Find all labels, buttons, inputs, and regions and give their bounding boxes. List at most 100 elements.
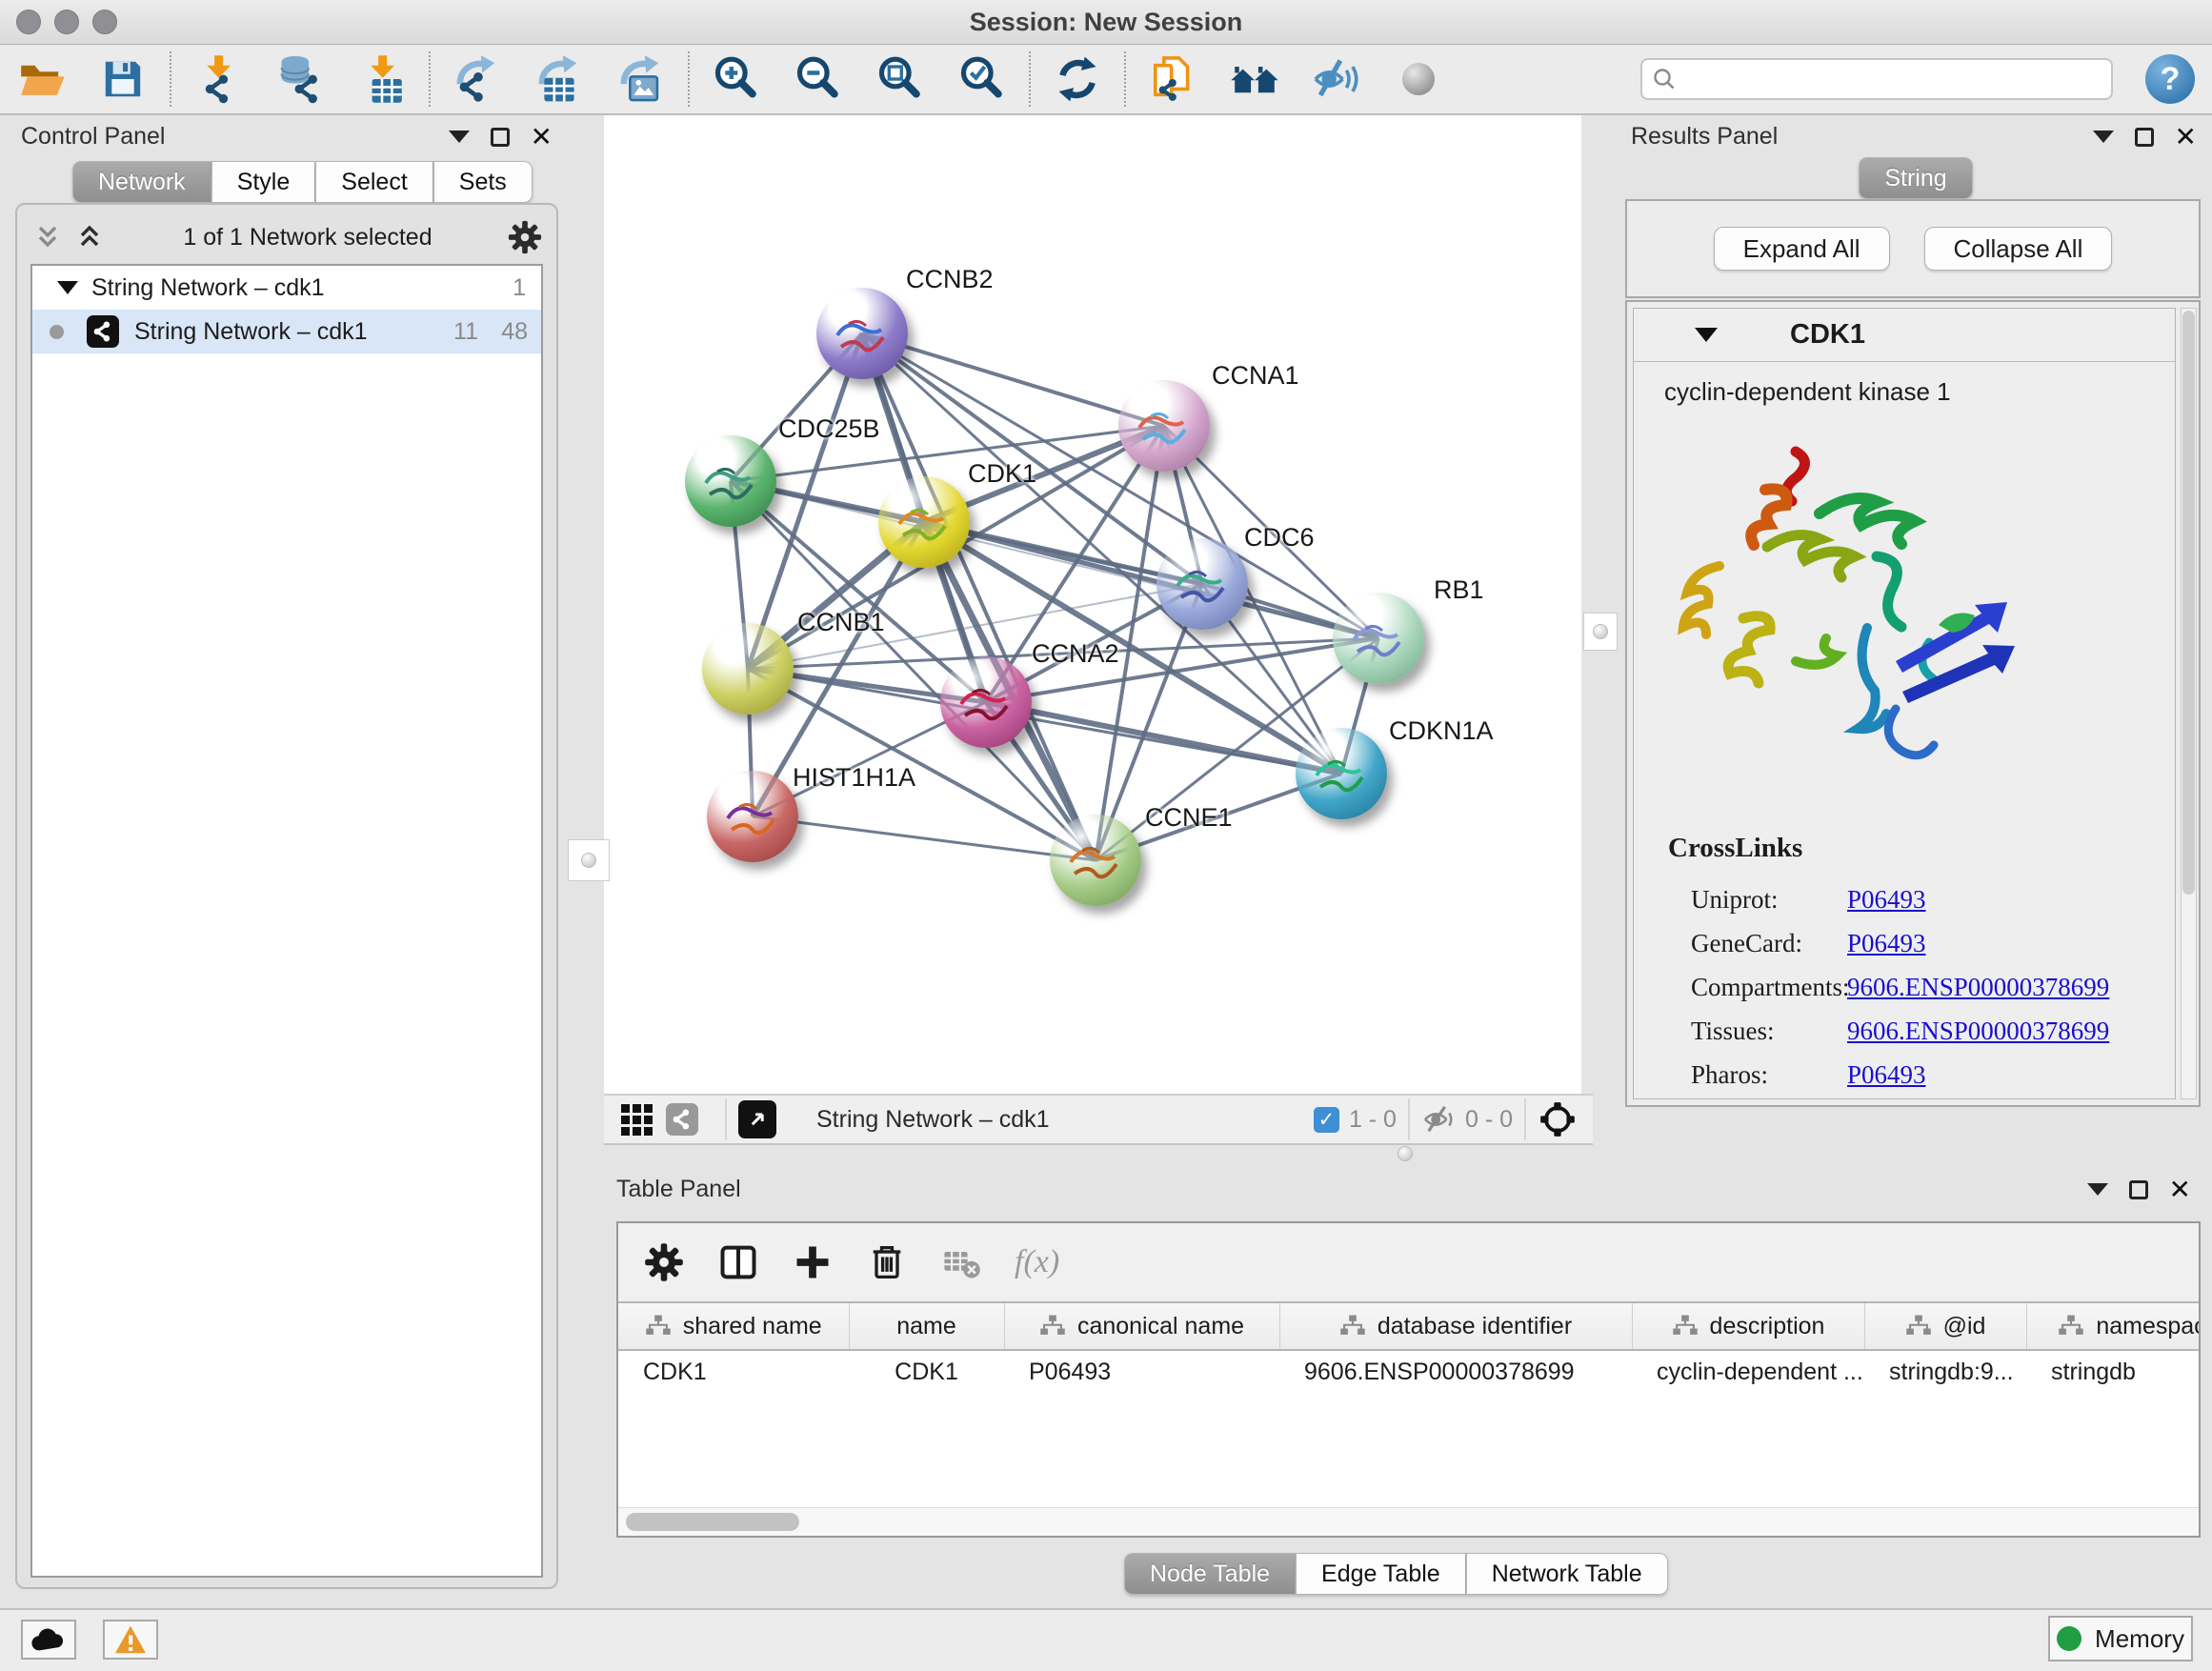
tab-select[interactable]: Select <box>315 161 432 203</box>
export-table-icon[interactable] <box>518 49 600 110</box>
eye-orb-icon[interactable] <box>1377 49 1459 110</box>
hide-labels-eye-slash-icon[interactable] <box>1296 49 1377 110</box>
table-cell[interactable]: 9606.ENSP00000378699 <box>1279 1350 1632 1394</box>
table-row[interactable]: CDK1CDK1P064939606.ENSP00000378699cyclin… <box>618 1350 2201 1394</box>
column-header-namespac[interactable]: namespac <box>2026 1302 2201 1350</box>
network-node-cdk1[interactable] <box>878 476 970 568</box>
table-cell[interactable]: stringdb:9... <box>1864 1350 2026 1394</box>
delete-column-icon[interactable] <box>866 1241 908 1283</box>
open-session-icon[interactable] <box>0 49 82 110</box>
zoom-out-icon[interactable] <box>777 49 859 110</box>
column-header-description[interactable]: description <box>1632 1302 1864 1350</box>
network-thumbnail-icon[interactable] <box>666 1103 698 1136</box>
birdseye-view-icon[interactable] <box>738 1100 776 1138</box>
search-input[interactable] <box>1677 66 2077 92</box>
table-cell[interactable]: cyclin-dependent ... <box>1632 1350 1864 1394</box>
network-node-ccna2[interactable] <box>940 656 1032 748</box>
tab-node-table[interactable]: Node Table <box>1124 1553 1296 1595</box>
crosslink-link[interactable]: P06493 <box>1847 885 1926 915</box>
column-header-@id[interactable]: @id <box>1864 1302 2026 1350</box>
collapse-panel-icon[interactable] <box>2087 1183 2108 1196</box>
refresh-icon[interactable] <box>1036 49 1118 110</box>
export-image-icon[interactable] <box>600 49 682 110</box>
tab-sets[interactable]: Sets <box>433 161 533 203</box>
expand-all-icon[interactable] <box>76 222 109 252</box>
expand-all-button[interactable]: Expand All <box>1714 227 1890 271</box>
import-network-from-database-icon[interactable] <box>259 49 341 110</box>
tab-network-table[interactable]: Network Table <box>1466 1553 1668 1595</box>
export-network-icon[interactable] <box>436 49 518 110</box>
document-share-icon[interactable] <box>1132 49 1214 110</box>
float-panel-icon[interactable] <box>2135 128 2154 147</box>
network-view-canvas[interactable]: CCNB2CCNA1CDC25BCDK1CDC6RB1CCNB1CCNA2CDK… <box>604 115 1581 1094</box>
help-icon[interactable]: ? <box>2145 54 2195 104</box>
zoom-fit-icon[interactable] <box>859 49 941 110</box>
cloud-button[interactable] <box>21 1620 76 1660</box>
close-panel-icon[interactable]: ✕ <box>2175 128 2197 147</box>
memory-button[interactable]: Memory <box>2048 1616 2193 1661</box>
left-splitter-handle[interactable] <box>568 839 610 881</box>
collapse-all-icon[interactable] <box>34 222 67 252</box>
tab-network[interactable]: Network <box>72 161 211 203</box>
network-node-ccne1[interactable] <box>1050 815 1141 906</box>
crosslink-link[interactable]: 9606.ENSP00000378699 <box>1847 1017 2109 1046</box>
import-table-from-file-icon[interactable] <box>341 49 423 110</box>
network-node-rb1[interactable] <box>1333 593 1424 684</box>
network-row-selected[interactable]: String Network – cdk1 11 48 <box>32 310 541 353</box>
results-scrollbar[interactable] <box>2181 308 2197 1099</box>
gene-header-row[interactable]: CDK1 <box>1634 309 2175 362</box>
scrollbar-thumb[interactable] <box>626 1513 799 1531</box>
crosslink-link[interactable]: P06493 <box>1847 1060 1926 1090</box>
column-header-name[interactable]: name <box>849 1302 1004 1350</box>
network-node-ccna1[interactable] <box>1118 380 1210 472</box>
table-hscrollbar[interactable] <box>618 1507 2199 1536</box>
close-panel-icon[interactable]: ✕ <box>2169 1180 2191 1199</box>
collapse-panel-icon[interactable] <box>2093 131 2114 143</box>
network-collection-row[interactable]: String Network – cdk1 1 <box>32 266 541 310</box>
right-splitter-handle[interactable] <box>1583 613 1618 651</box>
network-node-ccnb2[interactable] <box>816 288 908 379</box>
crosslink-link[interactable]: P06493 <box>1847 929 1926 958</box>
close-panel-icon[interactable]: ✕ <box>531 128 553 147</box>
import-network-from-file-icon[interactable] <box>177 49 259 110</box>
network-edge[interactable] <box>753 816 1096 860</box>
network-node-cdkn1a[interactable] <box>1296 728 1387 819</box>
table-cell[interactable]: stringdb <box>2026 1350 2201 1394</box>
float-panel-icon[interactable] <box>491 128 510 147</box>
crosslink-link[interactable]: 9606.ENSP00000378699 <box>1847 973 2109 1002</box>
collapse-gene-icon[interactable] <box>1695 328 1718 342</box>
selected-checkbox-icon[interactable]: ✓ <box>1314 1107 1339 1133</box>
splitter-handle[interactable] <box>1398 1146 1413 1161</box>
tree-expand-icon[interactable] <box>57 281 78 294</box>
zoom-in-icon[interactable] <box>695 49 777 110</box>
collapse-panel-icon[interactable] <box>449 131 470 143</box>
warnings-button[interactable] <box>103 1620 158 1660</box>
collapse-all-button[interactable]: Collapse All <box>1924 227 2113 271</box>
float-panel-icon[interactable] <box>2129 1180 2148 1199</box>
network-node-ccnb1[interactable] <box>702 623 794 715</box>
column-header-shared-name[interactable]: shared name <box>618 1302 849 1350</box>
grid-view-icon[interactable] <box>621 1104 653 1136</box>
network-node-hist1h1a[interactable] <box>707 771 798 862</box>
toolbar-search[interactable] <box>1640 58 2113 100</box>
tab-style[interactable]: Style <box>211 161 316 203</box>
table-cell[interactable]: P06493 <box>1004 1350 1279 1394</box>
table-cell[interactable]: CDK1 <box>618 1350 849 1394</box>
string-home-icon[interactable] <box>1214 49 1296 110</box>
network-node-cdc6[interactable] <box>1156 538 1248 630</box>
show-columns-icon[interactable] <box>717 1241 759 1283</box>
network-node-cdc25b[interactable] <box>685 435 776 527</box>
node-position-crosshair-icon[interactable] <box>1538 1099 1578 1139</box>
tab-string[interactable]: String <box>1859 157 1972 199</box>
table-cell[interactable]: CDK1 <box>849 1350 1004 1394</box>
column-header-database-identifier[interactable]: database identifier <box>1279 1302 1632 1350</box>
column-header-canonical-name[interactable]: canonical name <box>1004 1302 1279 1350</box>
tab-edge-table[interactable]: Edge Table <box>1296 1553 1466 1595</box>
table-gear-icon[interactable] <box>643 1241 685 1283</box>
save-session-icon[interactable] <box>82 49 164 110</box>
gear-icon[interactable] <box>507 219 543 255</box>
scrollbar-thumb[interactable] <box>2182 311 2195 895</box>
add-column-icon[interactable] <box>792 1241 834 1283</box>
network-edge[interactable] <box>862 333 1164 426</box>
zoom-selected-icon[interactable] <box>941 49 1023 110</box>
